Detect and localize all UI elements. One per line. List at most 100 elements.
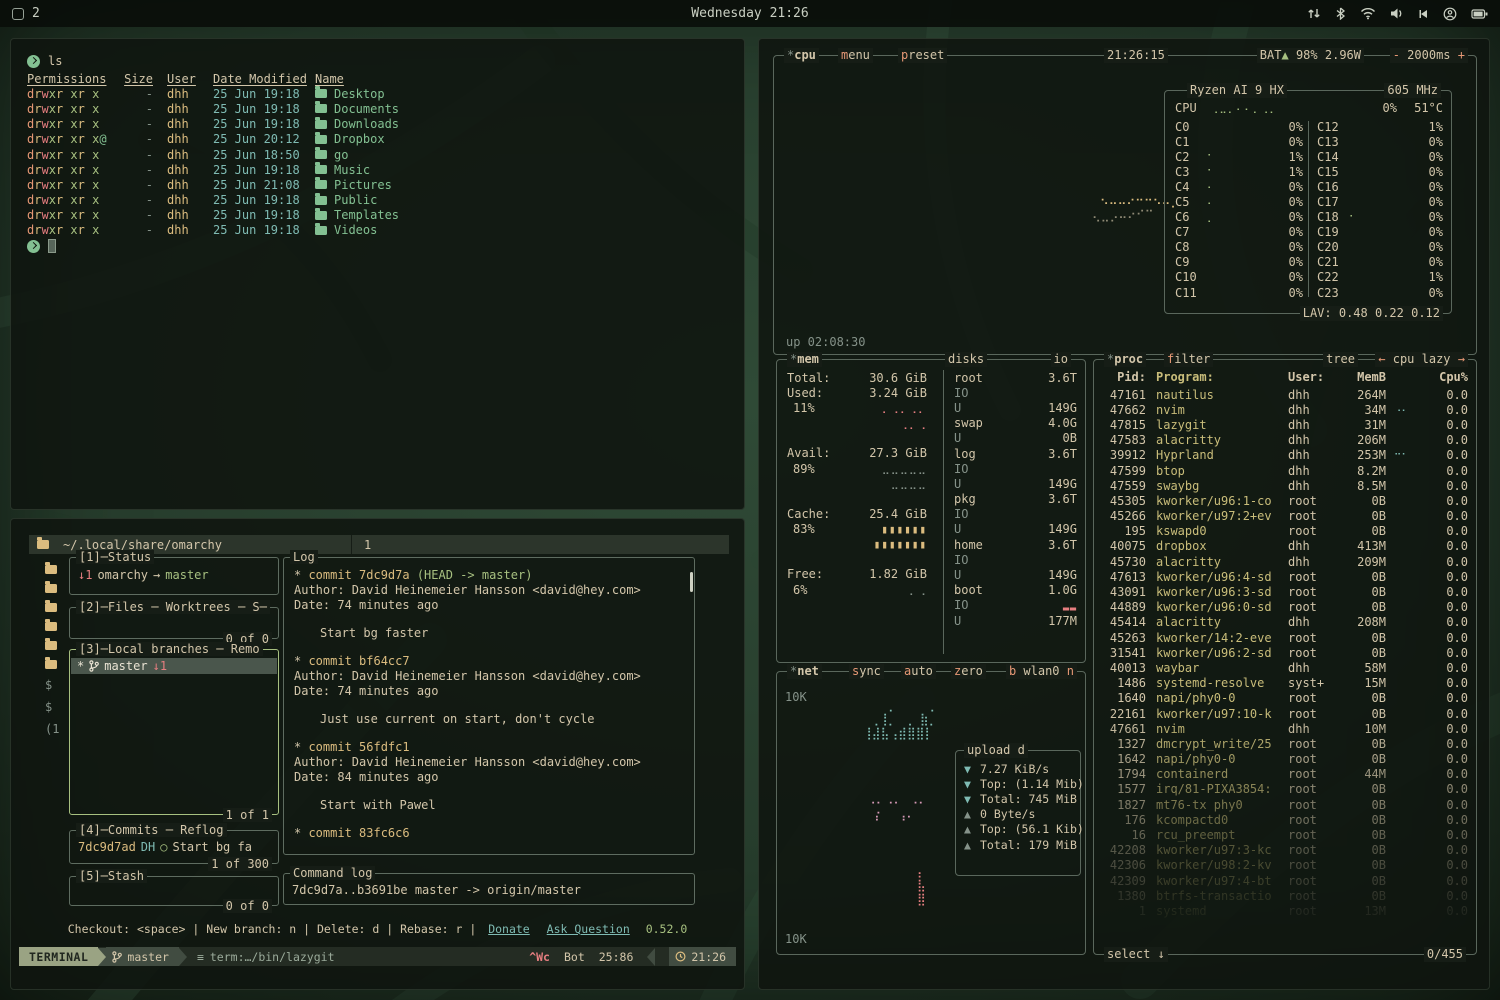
commit-entry[interactable]: * commit bf64cc7 Author: David Heinemeie… — [294, 654, 684, 727]
prompt-line — [27, 238, 744, 254]
volume-icon[interactable] — [1390, 7, 1404, 20]
prev-iface-button[interactable]: b — [1009, 664, 1016, 678]
status-panel[interactable]: [1]─Status ↓1 omarchy → master — [69, 557, 279, 595]
process-count: 0/455 — [1424, 947, 1466, 962]
process-row[interactable]: 44889 kworker/u96:0-sd root 0B 0.0 — [1102, 600, 1468, 615]
disk-line: U149G — [954, 567, 1077, 582]
prev-track-icon[interactable] — [1418, 8, 1429, 20]
process-row[interactable]: 1642 napi/phy0-0 root 0B 0.0 — [1102, 752, 1468, 767]
updates-icon[interactable] — [1307, 7, 1321, 20]
folder-icon — [315, 135, 327, 144]
process-row[interactable]: 16 rcu_preempt root 0B 0.0 — [1102, 827, 1468, 842]
commit-entry[interactable]: * commit 56fdfc1 Author: David Heinemeie… — [294, 740, 684, 813]
process-row[interactable]: 1380 btrfs-transactio root 0B 0.0 — [1102, 888, 1468, 903]
file-size: - — [119, 208, 153, 222]
process-row[interactable]: 176 kcompactd0 root 0B 0.0 — [1102, 812, 1468, 827]
zero-toggle[interactable]: zero — [951, 664, 986, 679]
process-row[interactable]: 47661 nvim dhh 10M 0.0 — [1102, 721, 1468, 736]
file-owner: dhh — [167, 87, 201, 101]
file-tree-sidebar[interactable]: $ $ (1 — [45, 565, 59, 735]
process-row[interactable]: 47662 nvim dhh 34M ⠠⠄ 0.0 — [1102, 402, 1468, 417]
commits-panel[interactable]: [4]─Commits ─ Reflog 7dc9d7ad DH ○ Start… — [69, 830, 279, 864]
process-row[interactable]: 45730 alacritty dhh 209M 0.0 — [1102, 554, 1468, 569]
disk-line: IO — [954, 461, 1077, 476]
scale-label: 10K — [785, 932, 807, 946]
preset-button[interactable]: preset — [898, 48, 947, 63]
disk-line: home3.6T — [954, 537, 1077, 552]
network-box: *net sync auto zero b wlan0 n 10K 10K ⢀ … — [776, 671, 1086, 955]
clock[interactable]: Wednesday 21:26 — [691, 6, 808, 21]
process-row[interactable]: 47559 swaybg dhh 8.5M 0.0 — [1102, 478, 1468, 493]
panel-title: Log — [290, 550, 318, 564]
upload-stat: ▲0 Byte/s — [956, 807, 1080, 822]
process-row[interactable]: 42208 kworker/u97:3-kc root 0B 0.0 — [1102, 843, 1468, 858]
process-row[interactable]: 47613 kworker/u96:4-sd root 0B 0.0 — [1102, 569, 1468, 584]
stash-panel[interactable]: [5]─Stash 0 of 0 — [69, 876, 279, 906]
tab-indicator[interactable]: 1 — [351, 535, 371, 554]
process-row[interactable]: 39912 Hyprland dhh 253M ⠒⠂ 0.0 — [1102, 448, 1468, 463]
sort-prev-button[interactable]: ← — [1378, 352, 1385, 366]
file-date: 25 Jun 18:50 — [213, 148, 313, 162]
process-row[interactable]: 42309 kworker/u97:4-bt root 0B 0.0 — [1102, 873, 1468, 888]
process-row[interactable]: 1 systemd root 13M 0.0 — [1102, 903, 1468, 918]
process-row[interactable]: 45305 kworker/u96:1-co root 0B 0.0 — [1102, 493, 1468, 508]
branches-panel[interactable]: [3]─Local branches ─ Remo * master ↓1 1 … — [69, 649, 279, 815]
core-row: C110% — [1175, 285, 1303, 300]
download-stat: ▼7.27 KiB/s — [956, 761, 1080, 776]
bluetooth-icon[interactable] — [1335, 7, 1346, 20]
sync-toggle[interactable]: sync — [849, 664, 884, 679]
cpu-frequency: 605 MHz — [1384, 83, 1441, 98]
process-row[interactable]: 22161 kworker/u97:10-k root 0B 0.0 — [1102, 706, 1468, 721]
interval-increase-button[interactable]: + — [1458, 48, 1465, 62]
files-panel[interactable]: [2]─Files ─ Worktrees ─ S─ 0 of 0 — [69, 607, 279, 639]
process-row[interactable]: 45266 kworker/u97:2+ev root 0B 0.0 — [1102, 509, 1468, 524]
donate-link[interactable]: Donate — [488, 922, 530, 936]
disks-title[interactable]: disks — [945, 352, 987, 367]
file-row: drwxr xr x - dhh 25 Jun 19:18 Desktop — [27, 86, 744, 101]
interval-decrease-button[interactable]: - — [1393, 48, 1400, 62]
process-row[interactable]: 1327 dmcrypt_write/25 root 0B 0.0 — [1102, 736, 1468, 751]
wifi-icon[interactable] — [1360, 7, 1376, 20]
process-list[interactable]: 47161 nautilus dhh 264M 0.0 47662 nvim d… — [1102, 387, 1468, 942]
core-row: C5⠄0% — [1175, 194, 1303, 209]
log-panel[interactable]: Log * commit 7dc9d7a (HEAD -> master) Au… — [283, 557, 695, 855]
menu-button[interactable]: menu — [838, 48, 873, 63]
process-row[interactable]: 47583 alacritty dhh 206M 0.0 — [1102, 433, 1468, 448]
terminal-window-lazygit: ~/.local/share/omarchy 1 $ $ (1 [1]─Stat… — [10, 518, 745, 990]
command-log-panel[interactable]: Command log 7dc9d7a..b3691be master -> o… — [283, 873, 695, 905]
workspace-indicator[interactable]: 2 — [12, 6, 40, 21]
process-row[interactable]: 1794 containerd root 44M 0.0 — [1102, 767, 1468, 782]
process-row[interactable]: 42306 kworker/u98:2-kv root 0B 0.0 — [1102, 858, 1468, 873]
auto-toggle[interactable]: auto — [901, 664, 936, 679]
process-row[interactable]: 1486 systemd-resolve syst+ 15M 0.0 — [1102, 676, 1468, 691]
io-title[interactable]: io — [1051, 352, 1071, 367]
process-row[interactable]: 1577 irq/81-PIXA3854: root 0B 0.0 — [1102, 782, 1468, 797]
prompt-line: ls — [27, 53, 744, 69]
scrollbar-thumb[interactable] — [690, 572, 693, 592]
tree-toggle[interactable]: tree — [1323, 352, 1358, 367]
disk-line: IO▂▂ — [954, 598, 1077, 613]
sort-next-button[interactable]: → — [1458, 352, 1465, 366]
battery-icon[interactable] — [1471, 8, 1488, 20]
process-row[interactable]: 43091 kworker/u96:3-sd root 0B 0.0 — [1102, 584, 1468, 599]
process-row[interactable]: 195 kswapd0 root 0B 0.0 — [1102, 524, 1468, 539]
process-row[interactable]: 45414 alacritty dhh 208M 0.0 — [1102, 615, 1468, 630]
process-row[interactable]: 40013 waybar dhh 58M 0.0 — [1102, 660, 1468, 675]
process-row[interactable]: 1827 mt76-tx phy0 root 0B 0.0 — [1102, 797, 1468, 812]
process-row[interactable]: 31541 kworker/u96:2-sd root 0B 0.0 — [1102, 645, 1468, 660]
ask-question-link[interactable]: Ask Question — [547, 922, 630, 936]
process-row[interactable]: 47161 nautilus dhh 264M 0.0 — [1102, 387, 1468, 402]
branch-row-selected[interactable]: * master ↓1 — [71, 658, 277, 674]
process-row[interactable]: 1640 napi/phy0-0 root 0B 0.0 — [1102, 691, 1468, 706]
process-row[interactable]: 47599 btop dhh 8.2M 0.0 — [1102, 463, 1468, 478]
file-row: drwxr xr x - dhh 25 Jun 19:18 Music — [27, 162, 744, 177]
process-row[interactable]: 47815 lazygit dhh 31M 0.0 — [1102, 417, 1468, 432]
commit-entry[interactable]: * commit 83fc6c6 — [294, 826, 684, 841]
process-row[interactable]: 40075 dropbox dhh 413M 0.0 — [1102, 539, 1468, 554]
commit-entry[interactable]: * commit 7dc9d7a (HEAD -> master) Author… — [294, 568, 684, 641]
account-icon[interactable] — [1443, 7, 1457, 21]
filter-button[interactable]: filter — [1164, 352, 1213, 367]
process-row[interactable]: 45263 kworker/14:2-eve root 0B 0.0 — [1102, 630, 1468, 645]
next-iface-button[interactable]: n — [1067, 664, 1074, 678]
panel-count: 0 of 0 — [223, 899, 272, 913]
